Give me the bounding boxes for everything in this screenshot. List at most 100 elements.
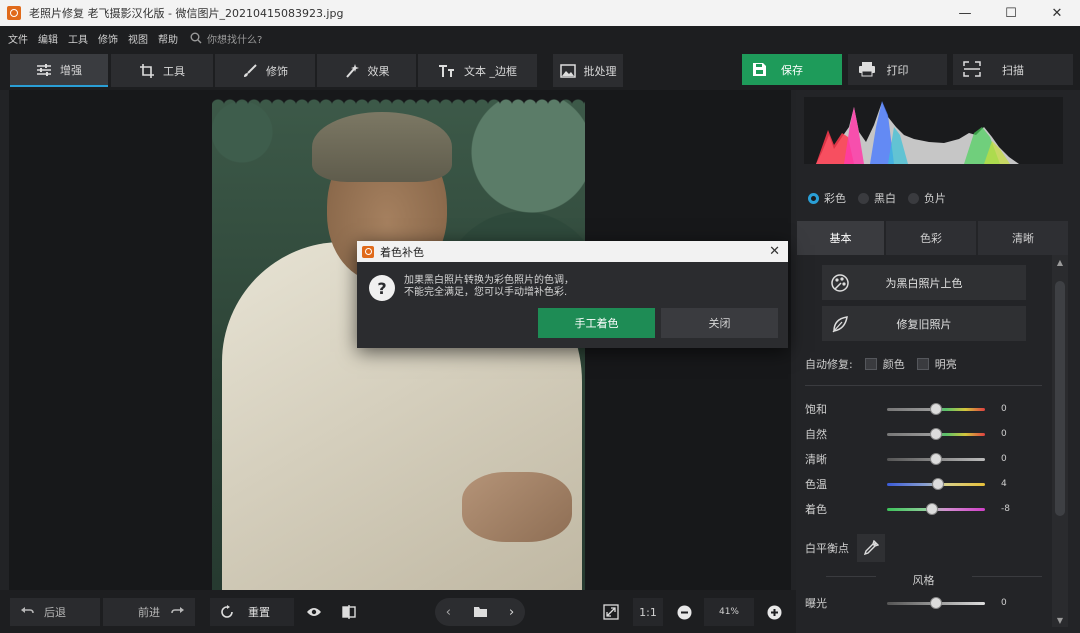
close-window-button[interactable]: ✕ xyxy=(1034,0,1080,26)
dialog-close-button[interactable]: 关闭 xyxy=(661,308,778,338)
printer-icon xyxy=(858,61,876,80)
clarity-knob[interactable] xyxy=(930,453,942,465)
folder-icon[interactable] xyxy=(473,606,488,618)
radio-bw[interactable] xyxy=(858,192,869,204)
redo-label: 前进 xyxy=(138,606,160,619)
histogram xyxy=(804,97,1063,164)
batch-button[interactable]: 批处理 xyxy=(553,54,623,87)
mode-color[interactable]: 彩色 xyxy=(808,190,846,206)
plus-circle-icon xyxy=(767,605,781,619)
expand-icon xyxy=(603,604,619,620)
menu-retouch[interactable]: 修饰 xyxy=(98,31,118,46)
prev-image-button[interactable]: ‹ xyxy=(446,605,451,620)
scroll-up-icon[interactable]: ▲ xyxy=(1052,255,1068,269)
eyedropper-button[interactable] xyxy=(857,534,885,562)
tint-value: -8 xyxy=(1001,504,1010,514)
mode-color-label: 彩色 xyxy=(824,192,846,205)
sliders-icon xyxy=(36,63,52,77)
menu-help[interactable]: 帮助 xyxy=(158,31,178,46)
title-bar: 老照片修复 老飞摄影汉化版 - 微信图片_20210415083923.jpg … xyxy=(0,0,1080,26)
slider-temperature[interactable]: 色温 4 xyxy=(805,474,1045,494)
mode-negative[interactable]: 负片 xyxy=(908,190,946,206)
tab-color[interactable]: 色彩 xyxy=(886,221,976,255)
compare-button[interactable] xyxy=(337,598,361,626)
redo-button[interactable]: 前进 xyxy=(103,598,195,626)
save-icon xyxy=(752,62,767,80)
text-icon xyxy=(438,64,456,78)
batch-label: 批处理 xyxy=(583,64,617,78)
maximize-button[interactable]: ☐ xyxy=(988,0,1034,26)
vibrance-knob[interactable] xyxy=(930,428,942,440)
images-icon xyxy=(559,63,576,78)
slider-clarity[interactable]: 清晰 0 xyxy=(805,449,1045,469)
white-balance-label: 白平衡点 xyxy=(805,542,849,555)
minimize-button[interactable]: — xyxy=(942,0,988,26)
search-box[interactable]: 你想找什么? xyxy=(190,31,262,46)
radio-negative[interactable] xyxy=(908,192,919,204)
tab-tools-label: 工具 xyxy=(163,64,185,78)
dialog-message-line1: 加果黑白照片转换为彩色照片的色调， xyxy=(404,275,574,286)
auto-color-checkbox[interactable] xyxy=(864,358,877,370)
auto-bright-checkbox[interactable] xyxy=(916,358,929,370)
radio-color[interactable] xyxy=(808,192,819,204)
zoom-out-button[interactable] xyxy=(672,598,696,626)
reset-label: 重置 xyxy=(248,606,270,619)
photo-torn-edge xyxy=(212,92,585,106)
actual-size-button[interactable]: 1:1 xyxy=(633,598,663,626)
menu-edit[interactable]: 编辑 xyxy=(38,31,58,46)
slider-saturation[interactable]: 饱和 0 xyxy=(805,399,1045,419)
auto-color-label: 颜色 xyxy=(882,358,905,371)
zoom-in-button[interactable] xyxy=(762,598,786,626)
color-mode-group: 彩色 黑白 负片 xyxy=(796,184,1080,212)
tab-enhance-label: 增强 xyxy=(60,63,82,77)
dialog-title-bar: 着色补色 ✕ xyxy=(357,241,788,262)
tab-tools[interactable]: 工具 xyxy=(111,54,213,87)
section-divider xyxy=(805,385,1042,386)
menu-tools[interactable]: 工具 xyxy=(68,31,88,46)
exposure-label: 曝光 xyxy=(805,597,827,610)
mode-negative-label: 负片 xyxy=(924,192,946,205)
saturation-knob[interactable] xyxy=(930,403,942,415)
slider-exposure[interactable]: 曝光 0 xyxy=(805,593,1045,613)
compare-icon xyxy=(342,605,356,619)
reset-button[interactable]: 重置 xyxy=(210,598,294,626)
exposure-knob[interactable] xyxy=(930,597,942,609)
photo-hands xyxy=(462,472,572,542)
tab-basic[interactable]: 基本 xyxy=(797,221,884,255)
zoom-level[interactable]: 41% xyxy=(704,598,754,626)
slider-vibrance[interactable]: 自然 0 xyxy=(805,424,1045,444)
palette-icon xyxy=(830,273,850,296)
tint-knob[interactable] xyxy=(926,503,939,515)
scan-button[interactable]: 扫描 xyxy=(953,54,1073,85)
menu-view[interactable]: 视图 xyxy=(128,31,148,46)
next-image-button[interactable]: › xyxy=(509,605,514,620)
panel-scrollbar[interactable]: ▲ ▼ xyxy=(1052,255,1068,627)
main-toolbar: 增强 工具 修饰 效果 文本 _边框 批处理 保存 打印 扫描 xyxy=(0,50,1080,90)
save-button[interactable]: 保存 xyxy=(742,54,842,85)
preview-eye-button[interactable] xyxy=(302,598,326,626)
colorize-bw-button[interactable]: 为黑白照片上色 xyxy=(822,265,1026,300)
print-label: 打印 xyxy=(886,63,909,77)
minus-circle-icon xyxy=(677,605,691,619)
tab-effects[interactable]: 效果 xyxy=(317,54,416,87)
print-button[interactable]: 打印 xyxy=(848,54,947,85)
mode-bw[interactable]: 黑白 xyxy=(858,190,896,206)
fit-screen-button[interactable] xyxy=(599,598,623,626)
scroll-down-icon[interactable]: ▼ xyxy=(1052,613,1068,627)
undo-button[interactable]: 后退 xyxy=(10,598,100,626)
tab-retouch[interactable]: 修饰 xyxy=(215,54,315,87)
eye-icon xyxy=(307,608,321,616)
scroll-thumb[interactable] xyxy=(1055,281,1065,516)
tab-text-border[interactable]: 文本 _边框 xyxy=(418,54,537,87)
temperature-knob[interactable] xyxy=(931,478,944,490)
restore-photo-button[interactable]: 修复旧照片 xyxy=(822,306,1026,341)
colorize-dialog: 着色补色 ✕ ? 加果黑白照片转换为彩色照片的色调， 不能完全满足，您可以手动增… xyxy=(357,241,788,348)
slider-tint[interactable]: 着色 -8 xyxy=(805,499,1045,519)
dialog-close-icon[interactable]: ✕ xyxy=(769,244,780,259)
manual-colorize-button[interactable]: 手工着色 xyxy=(538,308,655,338)
tab-enhance[interactable]: 增强 xyxy=(10,54,108,87)
tab-clarity[interactable]: 清晰 xyxy=(978,221,1068,255)
menu-file[interactable]: 文件 xyxy=(8,31,28,46)
question-icon: ? xyxy=(369,275,395,301)
window-title: 老照片修复 老飞摄影汉化版 - 微信图片_20210415083923.jpg xyxy=(29,7,344,20)
